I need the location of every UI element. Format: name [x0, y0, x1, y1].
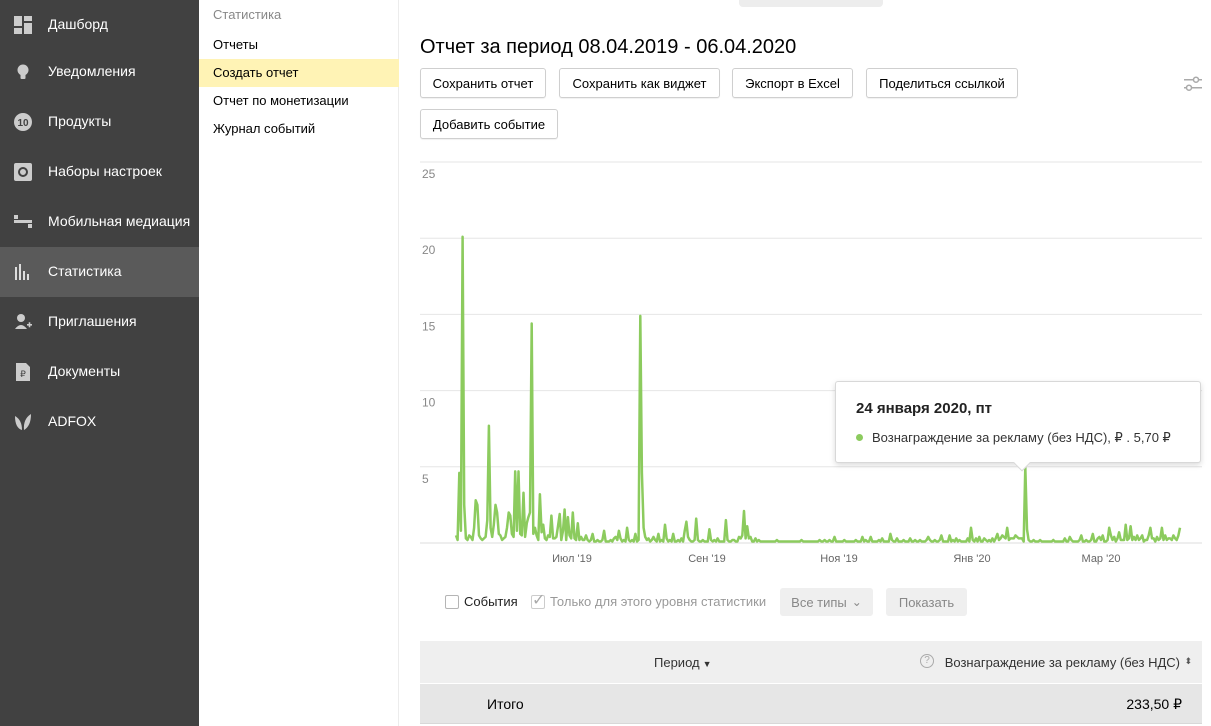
y-tick-label: 10 — [422, 396, 436, 410]
nav-item-notifications[interactable]: Уведомления — [0, 47, 199, 97]
events-checkbox[interactable] — [445, 595, 459, 609]
series-dot-icon — [856, 434, 863, 442]
dashboard-icon — [14, 16, 32, 34]
submenu-header: Статистика — [213, 7, 282, 22]
total-value: 233,50 ₽ — [1126, 696, 1182, 712]
events-checkbox-label: События — [464, 594, 518, 609]
nav-item-invitations[interactable]: Приглашения — [0, 297, 199, 347]
submenu-item-event-log[interactable]: Журнал событий — [199, 115, 399, 143]
submenu-item-reports[interactable]: Отчеты — [199, 31, 399, 59]
event-types-dropdown[interactable]: Все типы ⌄ — [780, 588, 873, 616]
nav-item-statistics[interactable]: Статистика — [0, 247, 199, 297]
nav-item-products[interactable]: 10 Продукты — [0, 97, 199, 147]
show-button[interactable]: Показать — [886, 588, 967, 616]
save-report-button[interactable]: Сохранить отчет — [420, 68, 546, 98]
event-types-value: Все типы — [791, 594, 847, 610]
gear-icon — [14, 163, 32, 181]
mediation-icon — [14, 215, 32, 228]
share-link-button[interactable]: Поделиться ссылкой — [866, 68, 1018, 98]
tooltip-date: 24 января 2020, пт — [856, 400, 993, 417]
tooltip-row: Вознаграждение за рекламу (без НДС), ₽ .… — [856, 430, 1171, 446]
help-icon[interactable]: ? — [920, 654, 934, 668]
nav-item-dashboard[interactable]: Дашборд — [0, 0, 199, 50]
x-tick-label: Сен '19 — [688, 553, 726, 565]
submenu-item-monetization-report[interactable]: Отчет по монетизации — [199, 87, 399, 115]
table-header: Период ▼ ? Вознаграждение за рекламу (без… — [420, 641, 1202, 683]
level-only-label: Только для этого уровня статистики — [550, 594, 767, 609]
nav-item-mobile-mediation[interactable]: Мобильная медиация — [0, 197, 199, 247]
save-as-widget-button[interactable]: Сохранить как виджет — [559, 68, 720, 98]
document-ruble-icon: ₽ — [16, 363, 30, 381]
nav-item-label: Продукты — [48, 113, 112, 129]
nav-item-label: Наборы настроек — [48, 163, 162, 179]
total-label: Итого — [487, 696, 524, 712]
checkmark-icon: ✓ — [532, 592, 546, 609]
bar-chart-icon — [15, 264, 29, 280]
x-tick-label: Июл '19 — [552, 553, 592, 565]
statistics-line-chart[interactable]: 5 10 15 20 25 Июл '19 Сен '19 Ноя '19 Янв '20 Мар… — [420, 155, 1210, 575]
export-excel-button[interactable]: Экспорт в Excel — [732, 68, 853, 98]
x-tick-label: Янв '20 — [953, 553, 990, 565]
top-tab-handle[interactable] — [739, 0, 883, 7]
main-sidebar: Дашборд Уведомления 10 Продукты Наборы н… — [0, 0, 199, 726]
chart-tooltip: 24 января 2020, пт Вознаграждение за рек… — [835, 381, 1201, 472]
sort-desc-icon: ▼ — [702, 659, 712, 669]
products-badge: 10 — [17, 118, 29, 129]
y-tick-label: 15 — [422, 319, 436, 333]
table-row-total: Итого 233,50 ₽ — [420, 684, 1202, 724]
nav-item-label: Приглашения — [48, 313, 137, 329]
invite-user-icon — [15, 314, 32, 329]
nav-item-label: Дашборд — [48, 16, 108, 32]
nav-item-label: Документы — [48, 363, 121, 379]
x-tick-label: Ноя '19 — [820, 553, 857, 565]
nav-item-label: Статистика — [48, 263, 122, 279]
tooltip-value: ₽ . 5,70 ₽ — [1114, 430, 1171, 445]
nav-item-adfox[interactable]: ADFOX — [0, 397, 199, 447]
x-tick-label: Мар '20 — [1082, 553, 1121, 565]
sliders-settings-icon[interactable] — [1183, 74, 1203, 94]
svg-text:₽: ₽ — [20, 370, 26, 380]
y-tick-label: 25 — [422, 167, 436, 181]
adfox-leaf-icon — [15, 414, 31, 430]
y-tick-label: 20 — [422, 243, 436, 257]
period-column-header[interactable]: Период ▼ — [654, 655, 712, 670]
y-tick-label: 5 — [422, 472, 429, 486]
sort-icon[interactable]: ⬍ — [1184, 656, 1192, 667]
nav-item-label: Уведомления — [48, 63, 136, 79]
products-icon: 10 — [14, 113, 32, 131]
statistics-submenu: Статистика Отчеты Создать отчет Отчет по… — [199, 0, 399, 726]
lightbulb-icon — [17, 64, 29, 79]
page-title: Отчет за период 08.04.2019 - 06.04.2020 — [420, 36, 797, 58]
tooltip-label: Вознаграждение за рекламу (без НДС), — [872, 430, 1111, 445]
reward-column-header[interactable]: Вознаграждение за рекламу (без НДС) — [945, 655, 1180, 670]
nav-item-settings-sets[interactable]: Наборы настроек — [0, 147, 199, 197]
submenu-item-create-report[interactable]: Создать отчет — [199, 59, 399, 87]
nav-item-documents[interactable]: ₽ Документы — [0, 347, 199, 397]
nav-item-label: ADFOX — [48, 413, 97, 429]
chevron-down-icon: ⌄ — [851, 595, 862, 609]
nav-item-label: Мобильная медиация — [48, 213, 191, 229]
add-event-button[interactable]: Добавить событие — [420, 109, 558, 139]
